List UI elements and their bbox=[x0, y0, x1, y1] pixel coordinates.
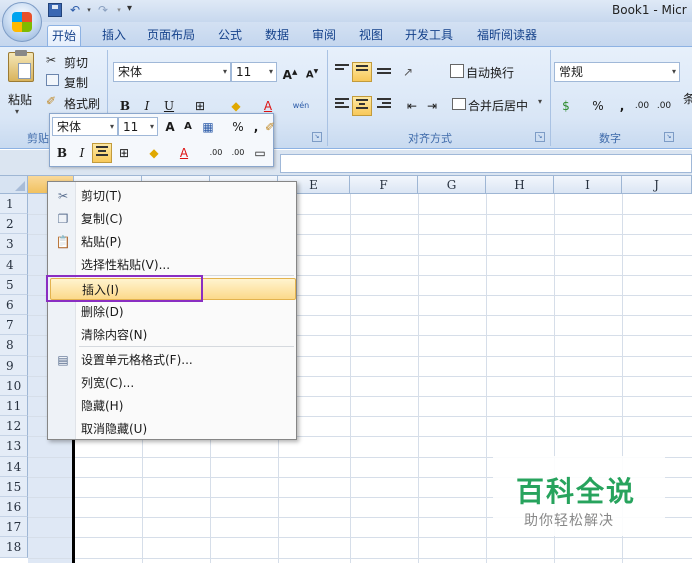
column-header-f[interactable]: F bbox=[350, 176, 418, 194]
chevron-down-icon: ▾ bbox=[149, 122, 154, 131]
row-header[interactable]: 15 bbox=[0, 476, 28, 497]
mini-font-color-button[interactable]: A bbox=[174, 143, 194, 163]
row-header[interactable]: 9 bbox=[0, 355, 28, 376]
context-menu-item-label: 列宽(C)... bbox=[81, 376, 135, 390]
grid-vline bbox=[418, 194, 419, 563]
mini-decrease-decimal-button[interactable]: .00 bbox=[228, 143, 248, 163]
row-header[interactable]: 8 bbox=[0, 335, 28, 356]
mini-grow-font-icon[interactable]: A bbox=[160, 117, 180, 137]
context-menu-item-label: 隐藏(H) bbox=[81, 399, 124, 413]
context-menu-item-label: 剪切(T) bbox=[81, 189, 122, 203]
mini-toolbar: 宋体 ▾ 11 ▾ A A ▦ % , ✐ B I ⊞ ◆ A .00 .00 ▭ bbox=[49, 113, 275, 167]
row-header[interactable]: 12 bbox=[0, 416, 28, 437]
mini-borders-icon[interactable]: ⊞ bbox=[114, 143, 134, 163]
paste-icon: 📋 bbox=[55, 235, 71, 249]
row-header[interactable]: 2 bbox=[0, 214, 28, 235]
context-menu-item-cut[interactable]: ✂ 剪切(T) bbox=[50, 185, 296, 207]
context-menu-separator bbox=[79, 346, 294, 347]
mini-fill-color-icon[interactable]: ◆ bbox=[144, 143, 164, 163]
copy-icon: ❐ bbox=[57, 212, 69, 226]
annotation-highlight-box bbox=[46, 275, 203, 302]
context-menu-item-label: 清除内容(N) bbox=[81, 328, 148, 342]
context-menu-item-label: 取消隐藏(U) bbox=[81, 422, 148, 436]
row-header[interactable]: 17 bbox=[0, 517, 28, 538]
context-menu-item-label: 粘贴(P) bbox=[81, 235, 122, 249]
mini-font-size-value: 11 bbox=[123, 120, 139, 134]
mini-increase-decimal-button[interactable]: .00 bbox=[206, 143, 226, 163]
context-menu-item-paste[interactable]: 📋 粘贴(P) bbox=[50, 231, 296, 253]
format-cells-icon: ▤ bbox=[57, 353, 69, 367]
grid-vline bbox=[486, 194, 487, 563]
context-menu-item-copy[interactable]: ❐ 复制(C) bbox=[50, 208, 296, 230]
column-header-g[interactable]: G bbox=[418, 176, 486, 194]
grid-vline bbox=[350, 194, 351, 563]
context-menu-item-label: 删除(D) bbox=[81, 305, 124, 319]
context-menu-item-hide[interactable]: 隐藏(H) bbox=[50, 395, 296, 417]
row-header[interactable]: 14 bbox=[0, 456, 28, 477]
row-header[interactable]: 7 bbox=[0, 315, 28, 336]
mini-shrink-font-icon[interactable]: A bbox=[178, 117, 198, 137]
watermark-title: 百科全说 bbox=[516, 475, 637, 508]
chevron-down-icon: ▾ bbox=[109, 122, 114, 131]
mini-font-name-combo[interactable]: 宋体 ▾ bbox=[52, 117, 118, 136]
context-menu-item-delete[interactable]: 删除(D) bbox=[50, 301, 296, 323]
row-header[interactable]: 5 bbox=[0, 274, 28, 295]
context-menu-item-unhide[interactable]: 取消隐藏(U) bbox=[50, 418, 296, 440]
grid-hline bbox=[28, 557, 692, 559]
context-menu-item-label: 选择性粘贴(V)... bbox=[81, 258, 171, 272]
context-menu: ✂ 剪切(T) ❐ 复制(C) 📋 粘贴(P) 选择性粘贴(V)... 插入(I) 删除(D) 清… bbox=[47, 181, 297, 440]
context-menu-item-label: 复制(C) bbox=[81, 212, 123, 226]
row-header[interactable]: 16 bbox=[0, 497, 28, 518]
row-header[interactable]: 6 bbox=[0, 295, 28, 316]
mini-percent-button[interactable]: % bbox=[228, 117, 248, 137]
row-header[interactable]: 13 bbox=[0, 436, 28, 457]
row-header[interactable]: 11 bbox=[0, 396, 28, 417]
mini-font-name-value: 宋体 bbox=[57, 120, 82, 134]
context-menu-item-column-width[interactable]: 列宽(C)... bbox=[50, 372, 296, 394]
mini-format-painter-icon[interactable]: ✐ bbox=[260, 117, 280, 137]
context-menu-item-format-cells[interactable]: ▤ 设置单元格格式(F)... bbox=[50, 349, 296, 371]
scissors-icon: ✂ bbox=[57, 189, 69, 203]
mini-italic-button[interactable]: I bbox=[72, 143, 92, 163]
mini-bold-button[interactable]: B bbox=[52, 143, 72, 163]
mini-font-size-combo[interactable]: 11 ▾ bbox=[118, 117, 158, 136]
select-all-corner[interactable] bbox=[0, 176, 28, 194]
row-header[interactable]: 4 bbox=[0, 254, 28, 275]
row-header[interactable]: 1 bbox=[0, 194, 28, 215]
office-button[interactable] bbox=[2, 2, 42, 42]
column-header-i[interactable]: I bbox=[554, 176, 622, 194]
mini-merge-icon[interactable]: ▭ bbox=[250, 143, 270, 163]
mini-center-button[interactable] bbox=[92, 143, 112, 163]
row-header[interactable]: 10 bbox=[0, 375, 28, 396]
context-menu-item-paste-special[interactable]: 选择性粘贴(V)... bbox=[50, 254, 296, 276]
row-header[interactable]: 3 bbox=[0, 234, 28, 255]
grid-hline bbox=[28, 537, 692, 539]
mini-style-icon[interactable]: ▦ bbox=[198, 117, 218, 137]
context-menu-item-clear-contents[interactable]: 清除内容(N) bbox=[50, 324, 296, 346]
watermark-subtitle: 助你轻松解决 bbox=[524, 513, 614, 529]
office-logo-icon bbox=[12, 12, 32, 32]
context-menu-item-label: 设置单元格格式(F)... bbox=[81, 353, 193, 367]
column-header-j[interactable]: J bbox=[622, 176, 692, 194]
column-header-h[interactable]: H bbox=[486, 176, 554, 194]
row-header[interactable]: 18 bbox=[0, 537, 28, 558]
